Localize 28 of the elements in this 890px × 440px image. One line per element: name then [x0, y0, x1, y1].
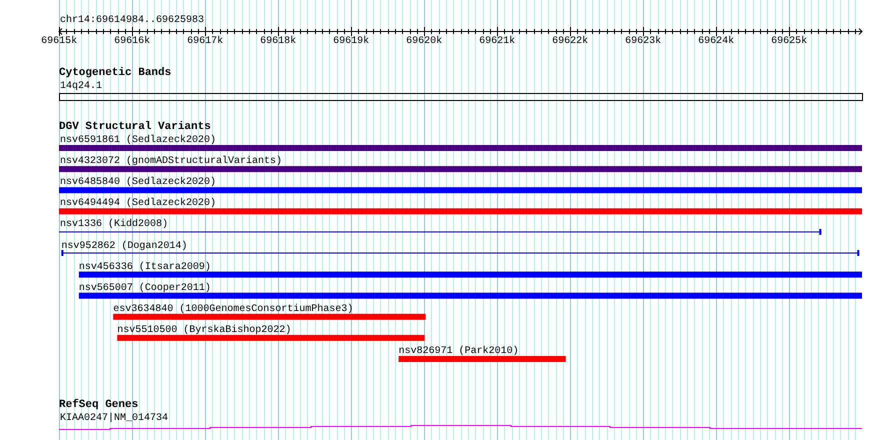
- tick-label: 69617k: [187, 36, 224, 47]
- band-label: 14q24.1: [60, 81, 102, 92]
- tick-label: 69620k: [406, 36, 442, 47]
- variant-label: nsv456336 (Itsara2009): [78, 262, 211, 273]
- tick-label: 69621k: [479, 36, 516, 47]
- track-title: DGV Structural Variants: [59, 122, 211, 133]
- tick-label: 69625k: [771, 36, 808, 47]
- tick-label: 69615k: [41, 36, 78, 47]
- ruler-title: chr14:69614984..69625983: [60, 15, 204, 26]
- tick-label: 69618k: [260, 36, 296, 47]
- variant-label: nsv1336 (Kidd2008): [60, 219, 168, 230]
- tick-label: 69623k: [625, 36, 662, 47]
- variant-label: esv3634840 (1000GenomesConsortiumPhase3): [113, 304, 354, 315]
- variant-label: nsv5510500 (ByrskaBishop2022): [117, 324, 292, 336]
- variant-label: nsv4323072 (gnomADStructuralVariants): [60, 156, 282, 168]
- tick-label: 69624k: [698, 36, 734, 47]
- tick-label: 69616k: [114, 36, 150, 47]
- variant-label: nsv952862 (Dogan2014): [61, 240, 188, 252]
- tick-label: 69622k: [552, 36, 588, 47]
- gene-label: KIAA0247|NM_014734: [60, 413, 168, 424]
- track-title: Cytogenetic Bands: [59, 68, 172, 79]
- variant-label: nsv565007 (Cooper2011): [78, 282, 211, 294]
- variant-label: nsv826971 (Park2010): [398, 346, 519, 357]
- track-title: RefSeq Genes: [59, 400, 138, 411]
- variant-label: nsv6591861 (Sedlazeck2020): [60, 135, 216, 146]
- variant-label: nsv6485840 (Sedlazeck2020): [60, 177, 216, 188]
- tick-label: 69619k: [333, 36, 370, 47]
- variant-label: nsv6494494 (Sedlazeck2020): [60, 198, 216, 210]
